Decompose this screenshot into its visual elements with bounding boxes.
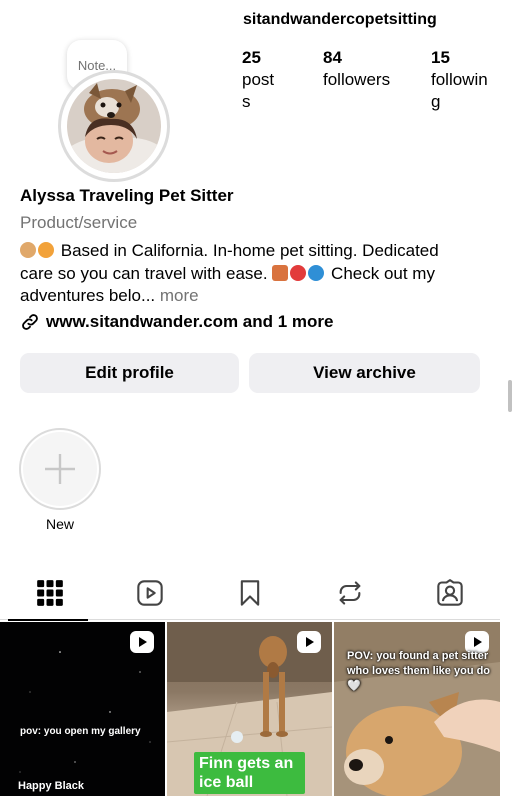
saved-icon xyxy=(240,579,260,606)
new-highlight-label: New xyxy=(45,516,74,532)
link-icon xyxy=(22,314,38,330)
profile-full-name: Alyssa Traveling Pet Sitter xyxy=(20,186,234,205)
posts-label: posts xyxy=(242,70,275,111)
reels-icon xyxy=(137,579,163,606)
post-tile[interactable]: POV: you found a pet sitter who loves th… xyxy=(334,622,500,796)
profile-bio: Based in California. In-home pet sitting… xyxy=(20,240,470,308)
tab-reposts[interactable] xyxy=(300,565,400,620)
scrollbar-thumb[interactable] xyxy=(508,380,512,412)
bio-line-3: adventures belo... xyxy=(20,286,156,305)
bio-more-link[interactable]: more xyxy=(160,286,199,305)
new-highlight-button[interactable] xyxy=(19,428,101,510)
reel-badge-icon xyxy=(130,631,154,653)
stat-following[interactable]: 15 following xyxy=(431,47,497,113)
profile-username: sitandwandercopetsitting xyxy=(243,11,437,28)
cat-emoji-icon xyxy=(38,242,54,258)
dog-emoji-icon xyxy=(20,242,36,258)
post-tile[interactable]: pov: you open my gallery Happy Black xyxy=(0,622,165,796)
plus-icon xyxy=(45,454,75,484)
post-caption: Finn gets an ice ball xyxy=(194,752,305,794)
profile-category: Product/service xyxy=(20,213,138,232)
bio-line-1: Based in California. In-home pet sitting… xyxy=(60,241,439,260)
post-caption: POV: you found a pet sitter who loves th… xyxy=(347,650,491,692)
following-label: following xyxy=(431,70,488,111)
reel-badge-icon xyxy=(297,631,321,653)
followers-count: 84 xyxy=(323,48,342,67)
new-highlight-circle xyxy=(23,432,97,506)
profile-link[interactable]: www.sitandwander.com and 1 more xyxy=(20,312,334,332)
bio-line-2: care so you can travel with ease. xyxy=(20,263,268,283)
grid-icon xyxy=(37,579,63,606)
profile-avatar[interactable] xyxy=(58,70,170,182)
stat-followers[interactable]: 84 followers xyxy=(323,47,391,91)
stat-posts: 25 posts xyxy=(242,47,282,113)
post-caption: pov: you open my gallery xyxy=(20,726,141,737)
tab-tagged[interactable] xyxy=(400,565,500,620)
following-count: 15 xyxy=(431,48,450,67)
profile-page: Note... sitandwandercopetsitting 25 post… xyxy=(0,0,500,796)
tab-posts[interactable] xyxy=(0,565,100,621)
profile-tabs xyxy=(0,565,500,621)
post-tile[interactable]: Finn gets an ice ball xyxy=(167,622,332,796)
house-emoji-icon xyxy=(272,264,289,281)
edit-profile-button[interactable]: Edit profile xyxy=(20,353,239,393)
view-archive-button[interactable]: View archive xyxy=(249,353,480,393)
link-text: www.sitandwander.com and 1 more xyxy=(46,312,334,331)
reposts-icon xyxy=(339,580,361,605)
posts-grid: pov: you open my gallery Happy Black Fin… xyxy=(0,622,500,796)
post-audio-label: Happy Black xyxy=(18,780,85,792)
tab-saved[interactable] xyxy=(200,565,300,620)
followers-label: followers xyxy=(323,70,391,89)
posts-count: 25 xyxy=(242,48,261,67)
globe-emoji-icon xyxy=(308,264,325,281)
pin-emoji-icon xyxy=(290,264,307,281)
bio-line-2-tail: Check out my xyxy=(331,263,435,283)
avatar-photo xyxy=(67,79,161,173)
tab-reels[interactable] xyxy=(100,565,200,620)
tagged-icon xyxy=(437,578,463,606)
